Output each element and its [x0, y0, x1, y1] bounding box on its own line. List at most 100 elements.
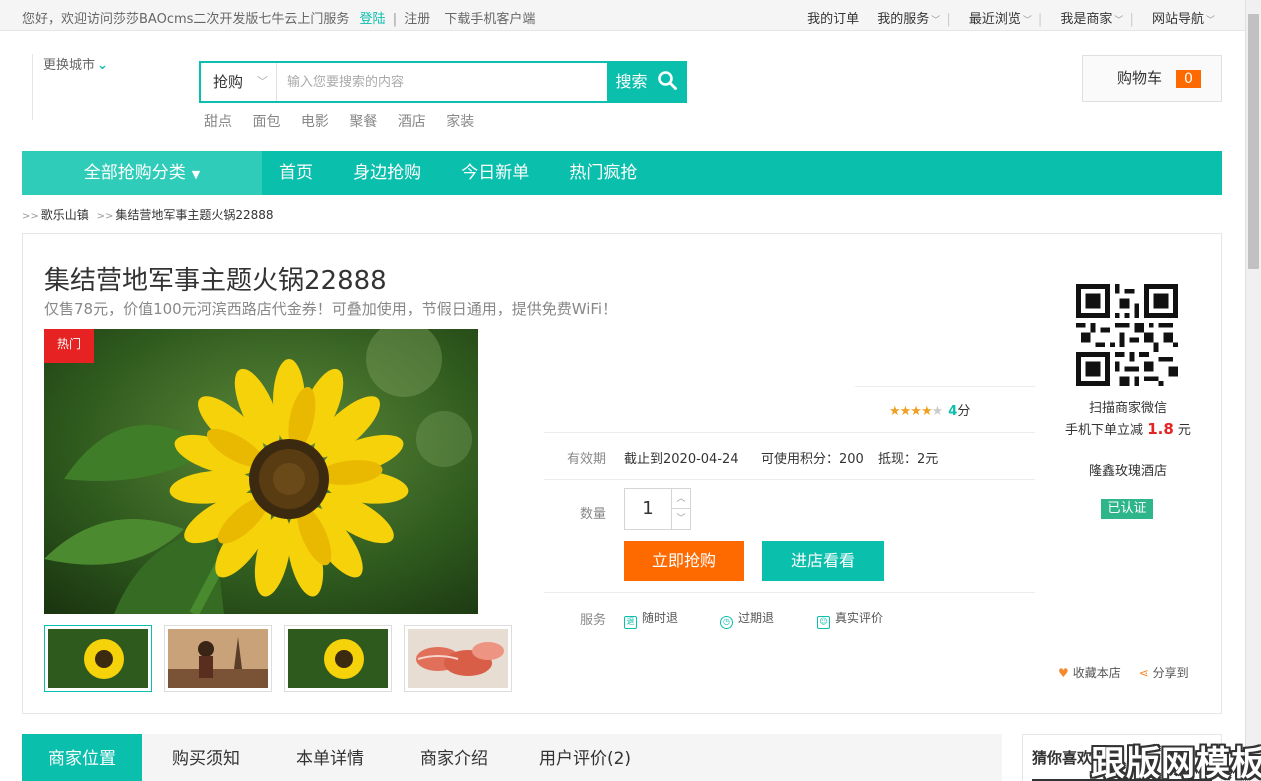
- product-card: 集结营地军事主题火锅22888 仅售78元，价值100元河滨西路店代金券！可叠加…: [22, 233, 1222, 714]
- merchant-name[interactable]: 隆鑫玫瑰酒店: [1023, 460, 1233, 479]
- divider: |: [1129, 12, 1134, 27]
- verified-badge: 已认证: [1101, 499, 1153, 519]
- cart-label: 购物车: [1117, 69, 1163, 87]
- divider: [544, 432, 1035, 433]
- search-button-label: 搜索: [615, 72, 648, 91]
- top-bar: 您好，欢迎访问莎莎BAOcms二次开发版七牛云上门服务 登陆 | 注册 下载手机…: [0, 0, 1245, 31]
- thumbnail[interactable]: [44, 625, 152, 692]
- scrollbar[interactable]: [1245, 0, 1261, 781]
- validity-value: 截止到2020-04-24: [624, 452, 739, 467]
- cart-button[interactable]: 购物车 0: [1082, 55, 1222, 102]
- star-rating-icon: ★★★★★: [889, 404, 943, 419]
- hot-keyword[interactable]: 聚餐: [349, 114, 377, 130]
- product-title: 集结营地军事主题火锅22888: [44, 266, 387, 296]
- merchant-link[interactable]: 我是商家 ﹀: [1060, 12, 1123, 27]
- discount-unit: 元: [1177, 423, 1191, 438]
- nav-item-nearby[interactable]: 身边抢购: [353, 163, 421, 183]
- hot-keyword[interactable]: 酒店: [398, 114, 426, 130]
- search-input[interactable]: [279, 63, 607, 101]
- sunflower-thumbnail: [288, 629, 388, 688]
- quantity-input[interactable]: 1: [625, 489, 671, 529]
- site-nav-link[interactable]: 网站导航 ﹀: [1152, 12, 1215, 27]
- register-link[interactable]: 注册: [404, 12, 430, 27]
- tab-reviews[interactable]: 用户评价(2): [518, 734, 652, 781]
- qr-code: [1076, 284, 1178, 386]
- scan-wechat-text: 扫描商家微信: [1088, 401, 1167, 416]
- quantity-increase-button[interactable]: ︿: [671, 489, 690, 509]
- rating-unit: 分: [957, 404, 971, 419]
- top-bar-right: 我的订单 我的服务 ﹀ | 最近浏览 ﹀ | 我是商家 ﹀ | 网站导航 ﹀: [793, 8, 1215, 27]
- quantity-decrease-button[interactable]: ﹀: [671, 509, 690, 529]
- change-city[interactable]: 更换城市 ⌄: [32, 54, 108, 120]
- search-button[interactable]: 搜索: [607, 63, 685, 101]
- discount-prefix: 手机下单立减: [1065, 423, 1144, 438]
- download-app-link[interactable]: 下载手机客户端: [444, 12, 535, 27]
- cart-count-badge: 0: [1176, 69, 1201, 88]
- buy-now-button[interactable]: 立即抢购: [624, 541, 744, 581]
- all-categories-button[interactable]: 全部抢购分类 ▼: [22, 151, 262, 195]
- chevron-down-icon: ﹀: [1114, 16, 1124, 26]
- thumbnail[interactable]: [164, 625, 272, 692]
- service-text: 真实评价: [835, 611, 884, 625]
- divider: [544, 479, 1035, 480]
- cash-value: 抵现：2元: [878, 452, 939, 467]
- validity-label: 有效期: [567, 452, 607, 467]
- paris-thumbnail: [168, 629, 268, 688]
- sunflower-image: [44, 329, 478, 614]
- hot-keyword[interactable]: 家装: [446, 114, 474, 130]
- hot-keyword[interactable]: 电影: [301, 114, 329, 130]
- breadcrumb-item: 集结营地军事主题火锅22888: [115, 208, 274, 222]
- sunflower-thumbnail: [48, 629, 148, 688]
- divider: [544, 592, 1035, 593]
- tab-details[interactable]: 本单详情: [270, 734, 390, 781]
- favorite-shop-link[interactable]: 收藏本店: [1073, 666, 1121, 680]
- thumbnail[interactable]: [404, 625, 512, 692]
- tab-merchant-intro[interactable]: 商家介绍: [394, 734, 514, 781]
- search-icon: [657, 71, 677, 90]
- rating-score: 4: [948, 404, 958, 419]
- breadcrumb-arrow: >>: [96, 211, 114, 222]
- hot-keyword[interactable]: 面包: [252, 114, 280, 130]
- nav-item-hot[interactable]: 热门疯抢: [569, 163, 637, 183]
- breadcrumb-town[interactable]: 歌乐山镇: [41, 208, 89, 222]
- hot-keyword[interactable]: 甜点: [204, 114, 232, 130]
- service-expired-refund: ◷ 过期退: [720, 609, 774, 629]
- merchant-label: 我是商家: [1060, 12, 1113, 27]
- top-bar-left: 您好，欢迎访问莎莎BAOcms二次开发版七牛云上门服务 登陆 | 注册 下载手机…: [22, 8, 535, 27]
- breadcrumb-arrow: >>: [22, 211, 39, 222]
- my-services-label: 我的服务: [877, 12, 930, 27]
- top-separator: |: [392, 12, 398, 27]
- refund-icon: 退: [624, 616, 637, 629]
- recent-browse-link[interactable]: 最近浏览 ﹀: [969, 12, 1032, 27]
- login-link[interactable]: 登陆: [360, 12, 386, 27]
- points-value: 可使用积分：200: [761, 452, 864, 467]
- heart-icon: ♥: [1058, 666, 1069, 680]
- share-link[interactable]: 分享到: [1153, 666, 1189, 680]
- tab-location[interactable]: 商家位置: [22, 734, 142, 781]
- nav-item-home[interactable]: 首页: [279, 163, 313, 183]
- discount-amount: 1.8: [1147, 420, 1174, 438]
- scrollbar-thumb[interactable]: [1248, 14, 1259, 269]
- mobile-discount: 手机下单立减 1.8 元: [1023, 419, 1233, 441]
- all-categories-label: 全部抢购分类: [83, 163, 186, 183]
- my-orders-link[interactable]: 我的订单: [807, 12, 859, 27]
- tab-purchase-notes[interactable]: 购买须知: [146, 734, 266, 781]
- chevron-down-icon: ⌄: [97, 58, 108, 73]
- product-main-image[interactable]: [44, 329, 478, 614]
- main-nav: 全部抢购分类 ▼ 首页 身边抢购 今日新单 热门疯抢: [22, 151, 1222, 195]
- nav-item-today[interactable]: 今日新单: [461, 163, 529, 183]
- divider: [855, 386, 1035, 387]
- qr-code-image: [1076, 284, 1178, 386]
- chevron-down-icon: ﹀: [1205, 16, 1215, 26]
- thumbnail[interactable]: [284, 625, 392, 692]
- service-anytime-refund: 退随时退: [624, 609, 678, 629]
- chevron-down-icon: ﹀: [931, 16, 941, 26]
- watermark: 跟版网模板: [1091, 744, 1261, 781]
- welcome-text: 您好，欢迎访问莎莎BAOcms二次开发版七牛云上门服务: [22, 12, 350, 27]
- search-category-select[interactable]: 抢购 ﹀: [201, 63, 277, 101]
- visit-shop-button[interactable]: 进店看看: [762, 541, 884, 581]
- my-services-link[interactable]: 我的服务 ﹀: [877, 12, 940, 27]
- user-icon: ☺: [817, 616, 830, 629]
- change-city-label: 更换城市: [43, 58, 96, 73]
- divider: |: [946, 12, 951, 27]
